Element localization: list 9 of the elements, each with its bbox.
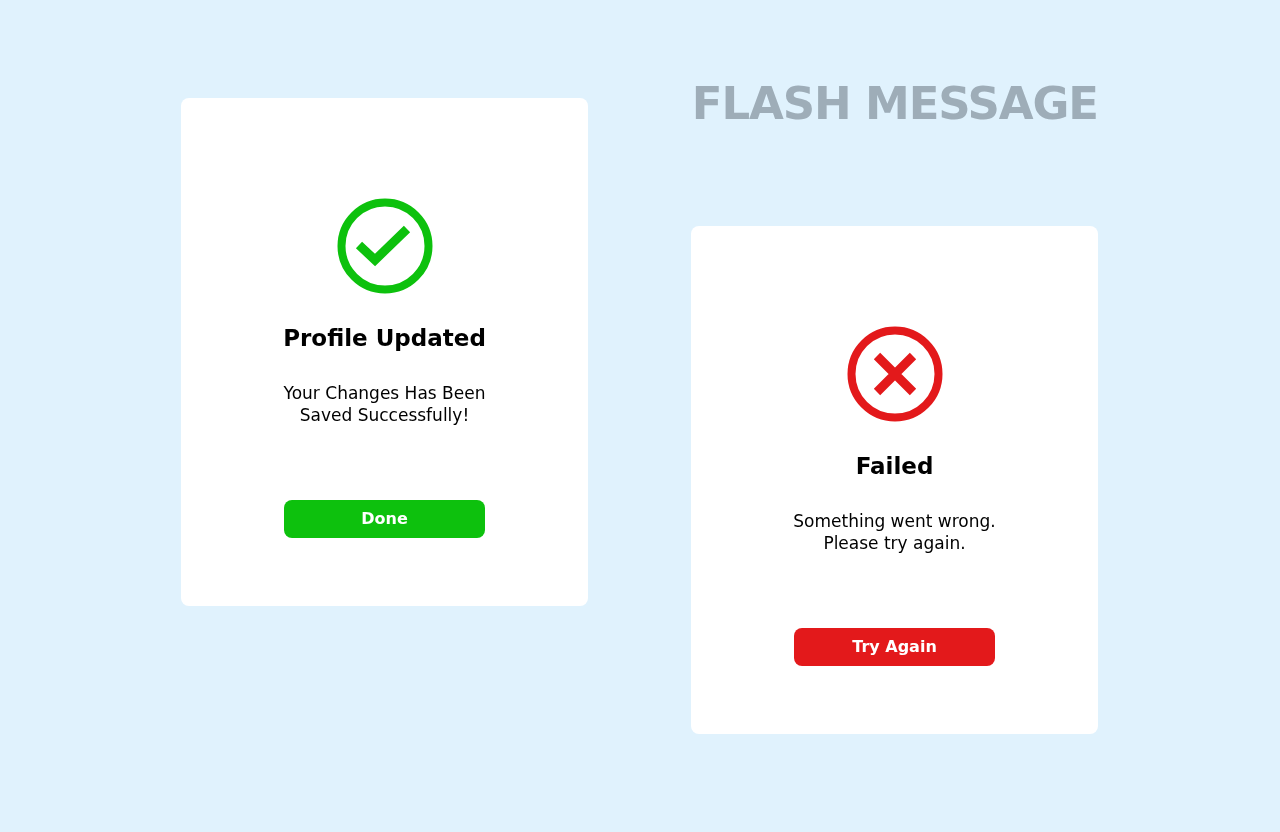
page-heading: FLASH MESSAGE: [691, 76, 1098, 132]
message-text: Something went wrong. Please try again.: [793, 509, 996, 554]
message-text: Your Changes Has Been Saved Successfully!: [283, 381, 486, 426]
action-button[interactable]: Done: [284, 499, 485, 538]
message-title: Failed: [855, 452, 934, 481]
message-title: Profile Updated: [283, 324, 486, 353]
action-button[interactable]: Try Again: [794, 627, 995, 666]
check-circle-icon: [336, 198, 433, 294]
error-circle-icon: [846, 326, 943, 422]
